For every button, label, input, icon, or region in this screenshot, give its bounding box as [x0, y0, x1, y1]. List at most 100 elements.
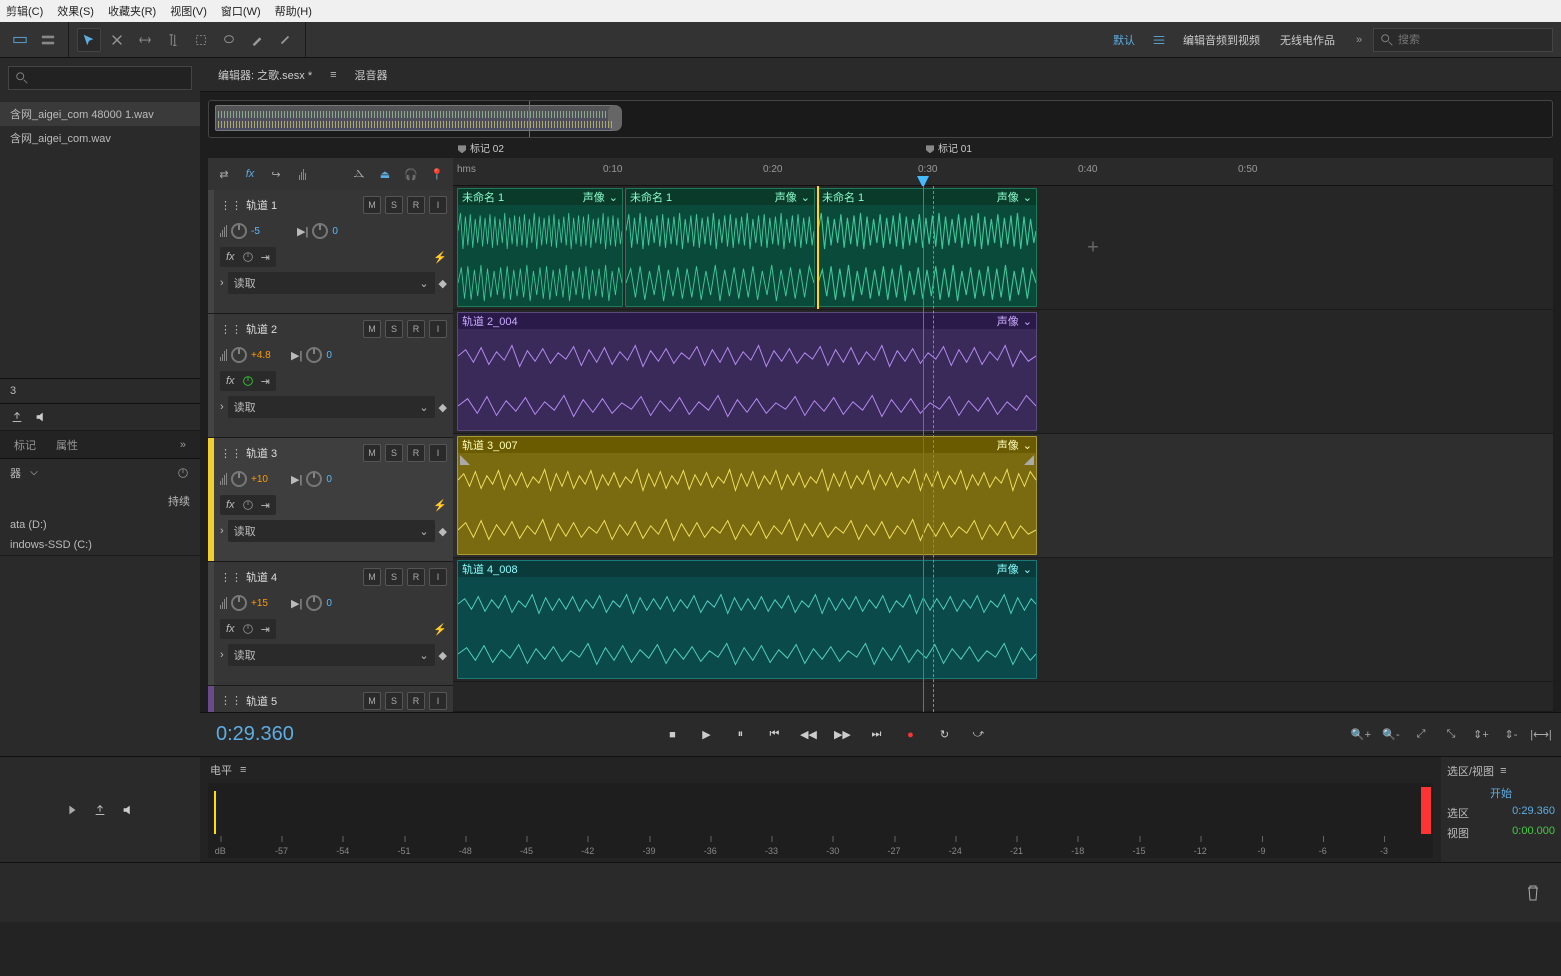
track-lane-3[interactable]: 轨道 3_007声像 ⌄ [453, 434, 1553, 558]
help-search-box[interactable] [1373, 28, 1553, 52]
mute-button[interactable]: M [363, 196, 381, 214]
sel-value[interactable]: 0:29.360 [1512, 805, 1555, 821]
slip-tool-button[interactable] [133, 28, 157, 52]
pan-knob[interactable] [306, 347, 322, 363]
keyframe-icon[interactable]: ◆ [439, 277, 447, 290]
workspace-default[interactable]: 默认 [1103, 28, 1145, 52]
brush-tool-button[interactable] [245, 28, 269, 52]
pan-value[interactable]: 0 [326, 474, 348, 485]
volume-value[interactable]: +4.8 [251, 350, 273, 361]
track-lane-4[interactable]: 轨道 4_008声像 ⌄ [453, 558, 1553, 682]
marker-bar[interactable]: 标记 02 标记 01 [208, 140, 1553, 158]
audio-clip[interactable]: 未命名 1声像 ⌄ [817, 188, 1037, 307]
automation-mode[interactable]: 读取⌄ [228, 272, 435, 294]
pause-button[interactable]: ⏸ [726, 721, 754, 749]
speaker-icon[interactable] [34, 410, 48, 424]
zoom-sel-icon[interactable]: ⤡ [1439, 723, 1463, 747]
bars-icon[interactable] [292, 164, 312, 184]
audio-clip[interactable]: 轨道 4_008声像 ⌄ [457, 560, 1037, 679]
keyframe-icon[interactable]: ◆ [439, 401, 447, 414]
input-monitor-button[interactable]: I [429, 692, 447, 710]
track-head-3[interactable]: ⋮⋮轨道 3MSRI +10▶|0 fx⇥⚡ ›读取⌄◆ [208, 438, 453, 562]
automation-mode[interactable]: 读取⌄ [228, 396, 435, 418]
track-grip-icon[interactable]: ⋮⋮ [220, 199, 242, 212]
tab-mixer[interactable]: 混音器 [345, 63, 398, 87]
workspace-editvideo[interactable]: 编辑音频到视频 [1173, 28, 1270, 52]
record-arm-button[interactable]: R [407, 568, 425, 586]
send-icon[interactable]: ↪ [266, 164, 286, 184]
record-arm-button[interactable]: R [407, 320, 425, 338]
zoom-fit-icon[interactable]: ⤢ [1409, 723, 1433, 747]
move-tool-button[interactable] [77, 28, 101, 52]
overview-bar[interactable] [208, 100, 1553, 138]
rewind-button[interactable]: ◀◀ [794, 721, 822, 749]
mute-button[interactable]: M [363, 320, 381, 338]
marquee-tool-button[interactable] [189, 28, 213, 52]
record-arm-button[interactable]: R [407, 196, 425, 214]
track-head-4[interactable]: ⋮⋮轨道 4MSRI +15▶|0 fx⇥⚡ ›读取⌄◆ [208, 562, 453, 686]
panel-menu-icon[interactable]: ≡ [1500, 765, 1506, 777]
record-arm-button[interactable]: R [407, 692, 425, 710]
audio-clip[interactable]: 未命名 1声像 ⌄ [457, 188, 623, 307]
lasso-tool-button[interactable] [217, 28, 241, 52]
record-arm-button[interactable]: R [407, 444, 425, 462]
power-icon[interactable] [176, 466, 190, 480]
menu-effect[interactable]: 效果(S) [57, 3, 94, 19]
heal-tool-button[interactable] [273, 28, 297, 52]
lightning-icon[interactable]: ⚡ [433, 251, 447, 264]
pan-knob[interactable] [312, 223, 328, 239]
speaker-icon[interactable] [121, 803, 135, 817]
input-monitor-button[interactable]: I [429, 320, 447, 338]
zoom-in-icon[interactable]: 🔍+ [1349, 723, 1373, 747]
solo-button[interactable]: S [385, 692, 403, 710]
waveform-view-button[interactable] [8, 28, 32, 52]
lightning-icon[interactable]: ⚡ [433, 623, 447, 636]
input-monitor-button[interactable]: I [429, 444, 447, 462]
track-lane-2[interactable]: 轨道 2_004声像 ⌄ [453, 310, 1553, 434]
pin-icon[interactable]: 📍 [427, 164, 447, 184]
timeline[interactable]: hms 0:10 0:20 0:30 0:40 0:50 未命名 1声像 ⌄ [453, 158, 1553, 712]
search-input[interactable] [1398, 34, 1546, 46]
fx-route-icon[interactable]: ⇥ [261, 251, 270, 264]
volume-knob[interactable] [231, 595, 247, 611]
file-item[interactable]: 含网_aigei_com.wav [0, 126, 200, 150]
stop-button[interactable]: ■ [658, 721, 686, 749]
track-grip-icon[interactable]: ⋮⋮ [220, 447, 242, 460]
mute-button[interactable]: M [363, 568, 381, 586]
skip-selection-button[interactable]: ⤻ [964, 721, 992, 749]
solo-button[interactable]: S [385, 320, 403, 338]
expand-icon[interactable]: › [220, 277, 224, 289]
menu-edit[interactable]: 剪辑(C) [6, 3, 43, 19]
audio-clip[interactable]: 轨道 3_007声像 ⌄ [457, 436, 1037, 555]
power-icon[interactable] [241, 622, 255, 636]
zoom-v-in-icon[interactable]: ⇕+ [1469, 723, 1493, 747]
automation-mode[interactable]: 读取⌄ [228, 644, 435, 666]
skip-forward-button[interactable]: ⏭ [862, 721, 890, 749]
track-name[interactable]: 轨道 3 [246, 445, 359, 461]
mute-button[interactable]: M [363, 444, 381, 462]
track-name[interactable]: 轨道 1 [246, 197, 359, 213]
track-grip-icon[interactable]: ⋮⋮ [220, 323, 242, 336]
volume-value[interactable]: +15 [251, 598, 273, 609]
keyframe-icon[interactable]: ◆ [439, 649, 447, 662]
snap-icon[interactable]: ⏏ [375, 164, 395, 184]
marker-02[interactable]: 标记 02 [458, 140, 504, 155]
track-head-1[interactable]: ⋮⋮轨道 1MSRI -5▶|0 fx⇥⚡ ›读取⌄◆ [208, 190, 453, 314]
pan-value[interactable]: 0 [326, 598, 348, 609]
track-lane-5[interactable] [453, 682, 1553, 712]
mute-button[interactable]: M [363, 692, 381, 710]
expand-icon[interactable]: › [220, 525, 224, 537]
skip-back-button[interactable]: ⏮ [760, 721, 788, 749]
drive-item[interactable]: indows-SSD (C:) [0, 535, 200, 555]
play-small-icon[interactable] [65, 803, 79, 817]
power-icon[interactable] [241, 250, 255, 264]
forward-button[interactable]: ▶▶ [828, 721, 856, 749]
menu-fav[interactable]: 收藏夹(R) [108, 3, 156, 19]
multitrack-view-button[interactable] [36, 28, 60, 52]
pan-value[interactable]: 0 [326, 350, 348, 361]
view-value[interactable]: 0:00.000 [1512, 825, 1555, 841]
fx-toggle-icon[interactable]: fx [240, 164, 260, 184]
fx-route-icon[interactable]: ⇥ [261, 375, 270, 388]
tab-props[interactable]: 属性 [46, 433, 88, 457]
menu-window[interactable]: 窗口(W) [221, 3, 261, 19]
